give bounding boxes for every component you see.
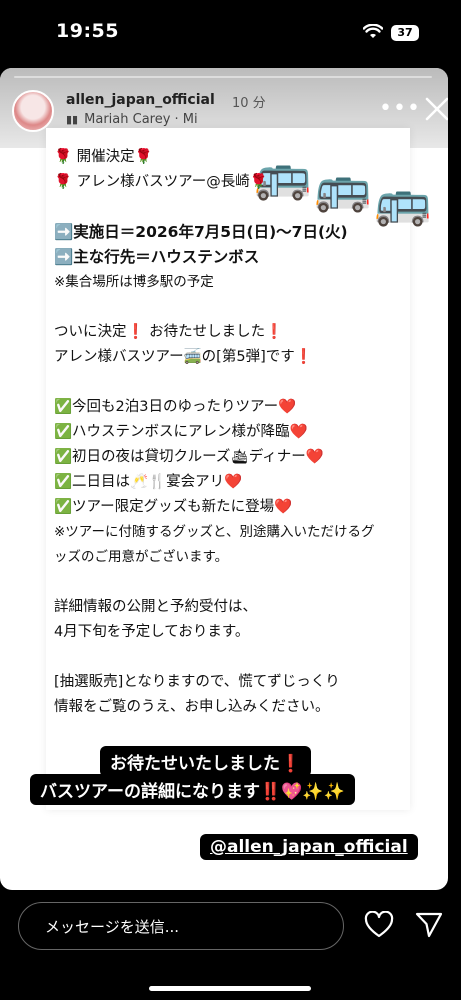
status-time: 19:55 — [56, 20, 119, 42]
close-icon[interactable] — [424, 96, 448, 122]
story-username[interactable]: allen_japan_official — [66, 92, 215, 108]
post-line-blank — [54, 645, 454, 670]
post-line: 詳細情報の公開と予約受付は、 — [54, 599, 257, 615]
post-line-blank — [54, 570, 454, 595]
avatar[interactable] — [12, 90, 54, 132]
post-line: ※ツアーに付随するグッズと、別途購入いただけるグ — [54, 524, 375, 540]
home-indicator[interactable] — [149, 986, 311, 991]
post-line: ✅ハウステンボスにアレン様が降臨❤️ — [54, 424, 308, 440]
story-progress-bar — [14, 76, 432, 78]
battery-indicator: 37 — [391, 25, 419, 41]
send-icon[interactable] — [414, 911, 444, 939]
caption-line-2: バスツアーの詳細になります‼️💖✨✨ — [30, 774, 355, 805]
post-line: アレン様バスツアー🚎の[第5弾]です❗️ — [54, 349, 313, 365]
post-line: ✅ツアー限定グッズも新たに登場❤️ — [54, 499, 293, 515]
post-line-blank — [54, 195, 454, 220]
mention-sticker[interactable]: @allen_japan_official — [200, 834, 418, 860]
post-line: 🌹 開催決定🌹 — [54, 149, 153, 165]
post-line: ✅初日の夜は貸切クルーズ🛳ディナー❤️ — [54, 449, 324, 465]
post-line: 4月下旬を予定しております。 — [54, 624, 250, 640]
story-progress-fill — [14, 76, 432, 78]
music-label[interactable]: ▮▮ Mariah Carey · Mi — [66, 112, 198, 127]
heart-icon[interactable] — [364, 911, 394, 939]
story-time-ago: 10 分 — [232, 96, 266, 111]
caption-line-1: お待たせいたしました❗️ — [100, 746, 312, 777]
post-line: ついに決定❗️ お待たせしました❗️ — [54, 324, 284, 340]
message-placeholder: メッセージを送信... — [45, 918, 180, 936]
post-line: ✅二日目は🥂🍴宴会アリ❤️ — [54, 474, 243, 490]
post-line-blank — [54, 370, 454, 395]
post-line: ッズのご用意がございます。 — [54, 549, 229, 565]
post-line: 🌹 アレン様バスツアー@長崎🌹 — [54, 174, 268, 190]
post-text: 🌹 開催決定🌹 🌹 アレン様バスツアー@長崎🌹 ➡️実施日＝2026年7月5日(… — [54, 145, 454, 720]
post-line: ※集合場所は博多駅の予定 — [54, 274, 214, 290]
post-line: 情報をご覧のうえ、お申し込みください。 — [54, 699, 330, 715]
post-line: ➡️実施日＝2026年7月5日(日)〜7日(火) — [54, 223, 348, 241]
post-line: ➡️主な行先＝ハウステンボス — [54, 248, 260, 266]
status-bar: 19:55 37 — [0, 0, 461, 68]
wifi-icon — [363, 24, 383, 38]
post-line-blank — [54, 295, 454, 320]
more-icon[interactable]: ••• — [379, 96, 421, 121]
message-input[interactable]: メッセージを送信... — [18, 902, 344, 950]
music-title: Mariah Carey · Mi — [84, 112, 198, 127]
post-line: ✅今回も2泊3日のゆったりツアー❤️ — [54, 399, 297, 415]
post-line: [抽選販売]となりますので、慌てずじっくり — [54, 674, 340, 690]
music-icon: ▮▮ — [66, 113, 79, 126]
